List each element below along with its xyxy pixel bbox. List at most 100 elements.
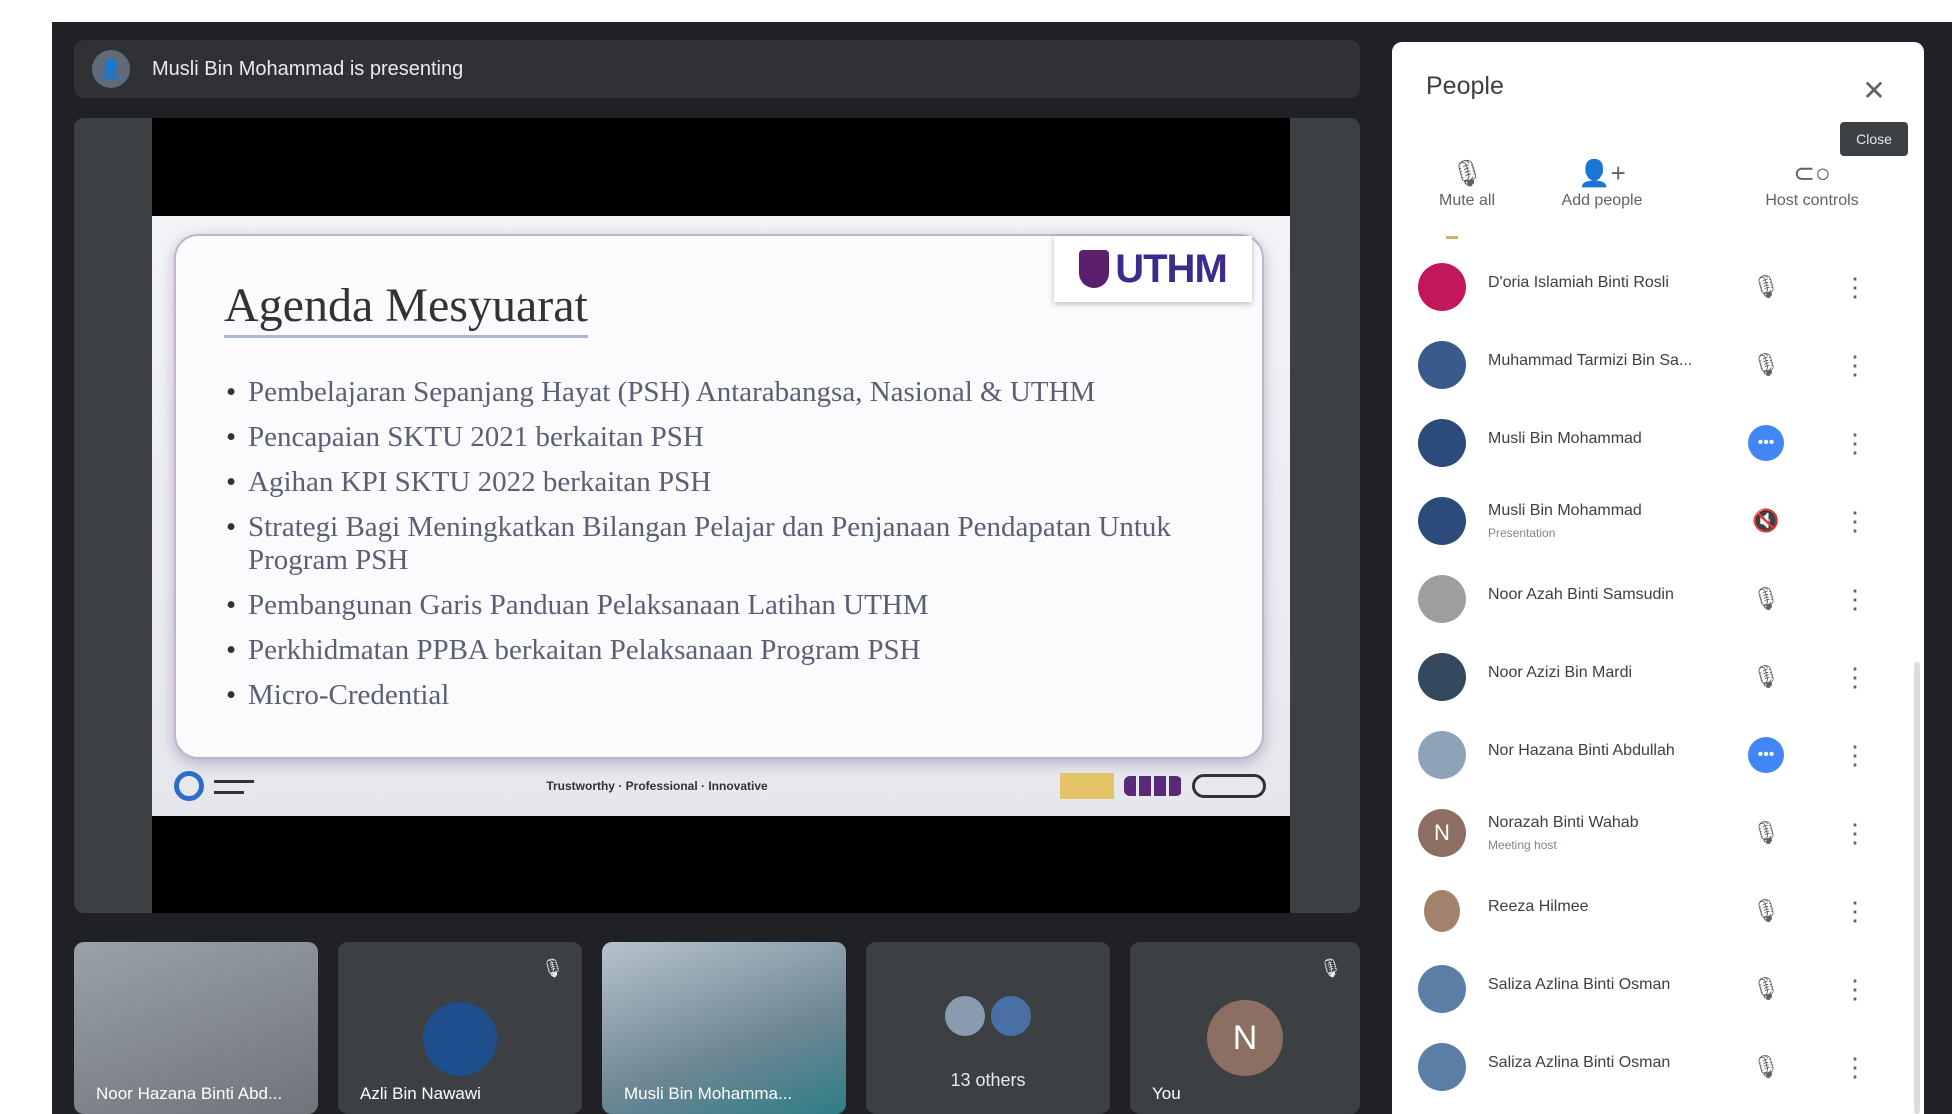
list-item[interactable]: Noor Azizi Bin Mardi 🎙 ⋮ bbox=[1392, 646, 1924, 708]
person-name: Nor Hazana Binti Abdullah bbox=[1488, 742, 1675, 759]
add-people-button[interactable]: 👤+ Add people bbox=[1532, 158, 1672, 210]
more-options-icon[interactable]: ⋮ bbox=[1842, 272, 1868, 303]
avatar: N bbox=[1207, 1000, 1283, 1076]
avatar bbox=[1424, 890, 1460, 932]
meet-window: 👤 Musli Bin Mohammad is presenting UTHM … bbox=[52, 22, 1952, 1114]
mic-off-icon: 🎙 bbox=[1752, 586, 1780, 611]
participant-tile[interactable]: Noor Hazana Binti Abd... bbox=[74, 942, 318, 1114]
slide-title: Agenda Mesyuarat bbox=[224, 278, 588, 338]
panel-actions: 🎙 Mute all 👤+ Add people ⊂○ Host control… bbox=[1392, 158, 1924, 228]
agenda-item: Strategi Bagi Meningkatkan Bilangan Pela… bbox=[226, 511, 1206, 577]
person-name: Musli Bin Mohammad bbox=[1488, 430, 1642, 447]
list-item[interactable]: Nor Hazana Binti Abdullah ••• ⋮ bbox=[1392, 724, 1924, 786]
person-name: Musli Bin Mohammad bbox=[1488, 502, 1642, 519]
partner-logo-a bbox=[1060, 773, 1114, 799]
shared-screen: UTHM Agenda Mesyuarat Pembelajaran Sepan… bbox=[152, 118, 1290, 913]
more-options-icon[interactable]: ⋮ bbox=[1842, 506, 1868, 537]
slide: UTHM Agenda Mesyuarat Pembelajaran Sepan… bbox=[152, 216, 1290, 816]
more-options-icon[interactable]: ⋮ bbox=[1842, 896, 1868, 927]
divider bbox=[1446, 236, 1458, 239]
person-name: Reeza Hilmee bbox=[1488, 898, 1589, 915]
presenter-avatar: 👤 bbox=[92, 50, 130, 88]
list-item[interactable]: Noor Azah Binti Samsudin 🎙 ⋮ bbox=[1392, 568, 1924, 630]
presenter-text: Musli Bin Mohammad is presenting bbox=[152, 57, 464, 80]
person-name: Noor Azizi Bin Mardi bbox=[1488, 664, 1633, 681]
person-role: Presentation bbox=[1488, 526, 1556, 540]
participant-tiles: Noor Hazana Binti Abd... 🎙 Azli Bin Nawa… bbox=[74, 942, 1360, 1114]
list-item[interactable]: D'oria Islamiah Binti Rosli 🎙 ⋮ bbox=[1392, 256, 1924, 318]
mic-off-icon: 🎙 bbox=[1319, 958, 1342, 978]
host-controls-button[interactable]: ⊂○ Host controls bbox=[1722, 158, 1902, 210]
avatar bbox=[989, 994, 1033, 1038]
more-options-icon[interactable]: ⋮ bbox=[1842, 1052, 1868, 1083]
panel-title: People bbox=[1426, 72, 1504, 100]
more-options-icon[interactable]: ⋮ bbox=[1842, 584, 1868, 615]
participant-tile[interactable]: Musli Bin Mohamma... bbox=[602, 942, 846, 1114]
person-name: D'oria Islamiah Binti Rosli bbox=[1488, 274, 1669, 291]
presenter-bar: 👤 Musli Bin Mohammad is presenting bbox=[74, 40, 1360, 98]
others-avatars bbox=[943, 994, 1033, 1038]
avatar bbox=[1418, 419, 1466, 467]
avatar bbox=[1418, 341, 1466, 389]
people-panel: People ✕ Close 🎙 Mute all 👤+ Add people … bbox=[1392, 42, 1924, 1114]
uthm-logo-text: UTHM bbox=[1115, 246, 1228, 291]
footer-logo-lines: ▬▬▬▬ ▬▬▬ bbox=[214, 775, 254, 797]
avatar bbox=[1418, 575, 1466, 623]
person-name: Noor Azah Binti Samsudin bbox=[1488, 586, 1674, 603]
slide-footer: ▬▬▬▬ ▬▬▬ Trustworthy · Professional · Inn… bbox=[170, 764, 1270, 808]
self-tile[interactable]: 🎙 N You bbox=[1130, 942, 1360, 1114]
toggle-icon: ⊂○ bbox=[1793, 158, 1831, 188]
more-options-icon[interactable]: ⋮ bbox=[1842, 428, 1868, 459]
more-options-icon[interactable]: ⋮ bbox=[1842, 662, 1868, 693]
agenda-list: Pembelajaran Sepanjang Hayat (PSH) Antar… bbox=[226, 376, 1206, 724]
footer-left-logo: ▬▬▬▬ ▬▬▬ bbox=[174, 771, 254, 801]
mic-off-icon: 🎙 bbox=[1752, 976, 1780, 1001]
partner-logo-c bbox=[1192, 774, 1266, 798]
more-options-icon[interactable]: ⋮ bbox=[1842, 974, 1868, 1005]
presentation-icon: 🔇 bbox=[1752, 508, 1780, 533]
avatar bbox=[1418, 653, 1466, 701]
avatar bbox=[943, 994, 987, 1038]
partner-logo-b bbox=[1124, 776, 1182, 796]
mic-off-icon: 🎙 bbox=[1450, 158, 1484, 188]
more-options-icon[interactable]: ⋮ bbox=[1842, 740, 1868, 771]
presentation-stage: UTHM Agenda Mesyuarat Pembelajaran Sepan… bbox=[74, 118, 1360, 913]
tile-name: Noor Hazana Binti Abd... bbox=[96, 1084, 283, 1103]
mute-all-button[interactable]: 🎙 Mute all bbox=[1422, 158, 1512, 210]
avatar: N bbox=[1418, 809, 1466, 857]
footer-right-logos bbox=[1060, 773, 1266, 799]
person-name: Muhammad Tarmizi Bin Sa... bbox=[1488, 352, 1693, 369]
mic-off-icon: 🎙 bbox=[1752, 352, 1780, 377]
mic-off-icon: 🎙 bbox=[1752, 820, 1780, 845]
list-item[interactable]: Muhammad Tarmizi Bin Sa... 🎙 ⋮ bbox=[1392, 334, 1924, 396]
participant-tile[interactable]: 🎙 Azli Bin Nawawi bbox=[338, 942, 582, 1114]
avatar bbox=[423, 1002, 497, 1076]
list-item[interactable]: N Norazah Binti Wahab Meeting host 🎙 ⋮ bbox=[1392, 802, 1924, 864]
avatar bbox=[1418, 497, 1466, 545]
list-item[interactable]: Saliza Azlina Binti Osman 🎙 ⋮ bbox=[1392, 1036, 1924, 1098]
avatar bbox=[1418, 965, 1466, 1013]
more-options-icon[interactable]: ⋮ bbox=[1842, 818, 1868, 849]
list-item[interactable]: Musli Bin Mohammad ••• ⋮ bbox=[1392, 412, 1924, 474]
tile-name: Musli Bin Mohamma... bbox=[624, 1084, 793, 1103]
agenda-item: Pencapaian SKTU 2021 berkaitan PSH bbox=[226, 421, 1206, 454]
slide-card: UTHM Agenda Mesyuarat Pembelajaran Sepan… bbox=[174, 234, 1264, 759]
list-item[interactable]: Musli Bin Mohammad Presentation 🔇 ⋮ bbox=[1392, 490, 1924, 552]
mic-off-icon: 🎙 bbox=[1752, 898, 1780, 923]
scrollbar[interactable] bbox=[1914, 662, 1920, 1114]
mic-off-icon: 🎙 bbox=[1752, 274, 1780, 299]
agenda-item: Pembelajaran Sepanjang Hayat (PSH) Antar… bbox=[226, 376, 1206, 409]
speaking-indicator-icon: ••• bbox=[1748, 425, 1784, 461]
others-tile[interactable]: 13 others bbox=[866, 942, 1110, 1114]
list-item[interactable]: Reeza Hilmee 🎙 ⋮ bbox=[1392, 880, 1924, 942]
add-person-icon: 👤+ bbox=[1578, 158, 1626, 188]
close-icon[interactable]: ✕ bbox=[1852, 68, 1896, 112]
location-pin-icon bbox=[174, 771, 204, 801]
person-name: Saliza Azlina Binti Osman bbox=[1488, 976, 1671, 993]
list-item[interactable]: Saliza Azlina Binti Osman 🎙 ⋮ bbox=[1392, 958, 1924, 1020]
mic-off-icon: 🎙 bbox=[1752, 664, 1780, 689]
person-name: Saliza Azlina Binti Osman bbox=[1488, 1054, 1671, 1071]
more-options-icon[interactable]: ⋮ bbox=[1842, 350, 1868, 381]
agenda-item: Perkhidmatan PPBA berkaitan Pelaksanaan … bbox=[226, 634, 1206, 667]
tile-name: Azli Bin Nawawi bbox=[360, 1084, 481, 1103]
